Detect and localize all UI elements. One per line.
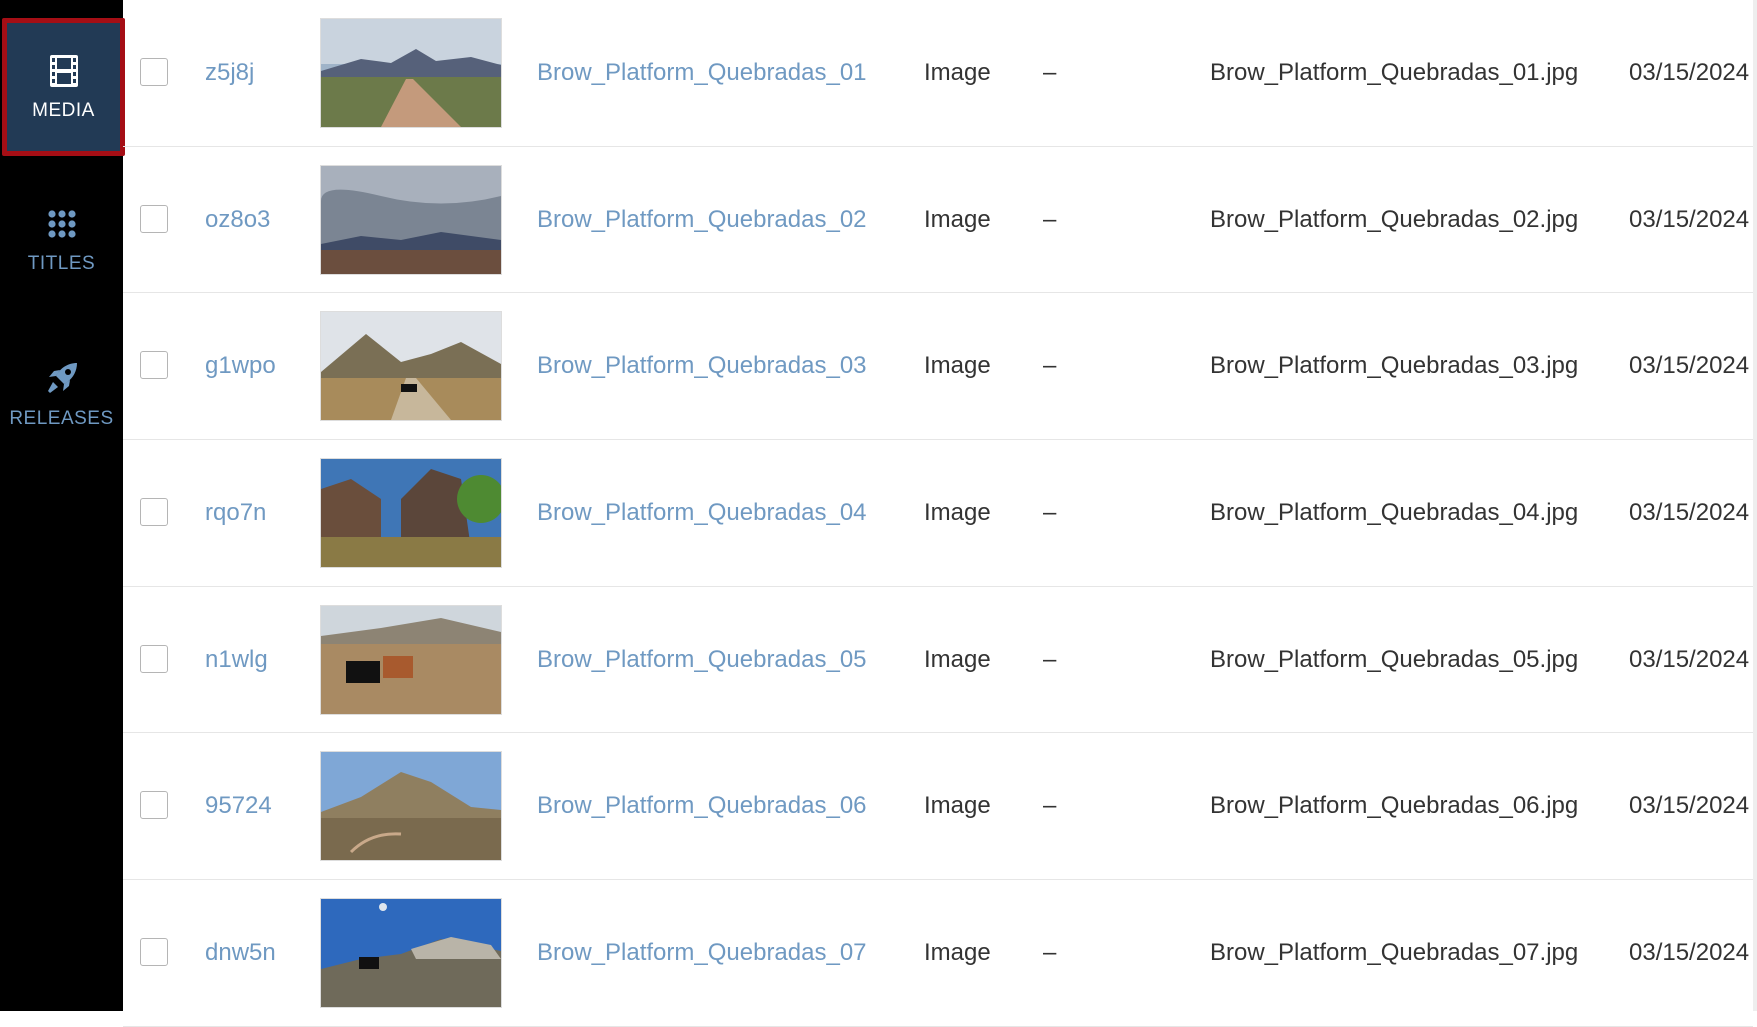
media-thumbnail[interactable]: [320, 440, 502, 586]
media-id-link[interactable]: n1wlg: [205, 587, 268, 733]
media-filename: Brow_Platform_Quebradas_04.jpg: [1210, 498, 1579, 526]
media-filename: Brow_Platform_Quebradas_02.jpg: [1210, 205, 1579, 233]
sidebar-item-label: MEDIA: [32, 100, 95, 121]
media-date: 03/15/2024: [1629, 58, 1750, 86]
media-id-link[interactable]: g1wpo: [205, 293, 276, 439]
media-thumbnail[interactable]: [320, 293, 502, 439]
row-checkbox[interactable]: [140, 204, 168, 233]
media-name-link[interactable]: Brow_Platform_Quebradas_07: [537, 880, 867, 1026]
media-name-link[interactable]: Brow_Platform_Quebradas_06: [537, 733, 867, 879]
sidebar-item-releases[interactable]: RELEASES: [0, 330, 123, 460]
row-checkbox[interactable]: [140, 497, 168, 526]
table-row[interactable]: dnw5n Brow_Platform_Quebradas_07 Image –…: [123, 880, 1753, 1027]
media-date: 03/15/2024: [1629, 792, 1750, 820]
media-table: z5j8j Brow_Platform_Quebradas_01 Image –…: [123, 0, 1753, 1027]
media-empty-value: –: [1043, 352, 1057, 380]
media-empty-value: –: [1043, 58, 1057, 86]
row-checkbox[interactable]: [140, 644, 168, 673]
media-id-link[interactable]: rqo7n: [205, 440, 266, 586]
media-empty-value: –: [1043, 792, 1057, 820]
media-name-link[interactable]: Brow_Platform_Quebradas_04: [537, 440, 867, 586]
media-type: Image: [924, 352, 991, 380]
media-id-link[interactable]: 95724: [205, 733, 272, 879]
row-checkbox[interactable]: [140, 57, 168, 86]
scrollbar-edge[interactable]: [1753, 0, 1757, 1011]
table-row[interactable]: z5j8j Brow_Platform_Quebradas_01 Image –…: [123, 0, 1753, 147]
media-type: Image: [924, 792, 991, 820]
media-empty-value: –: [1043, 205, 1057, 233]
sidebar-item-label: RELEASES: [9, 408, 114, 429]
media-name-link[interactable]: Brow_Platform_Quebradas_03: [537, 293, 867, 439]
media-date: 03/15/2024: [1629, 352, 1750, 380]
media-thumbnail[interactable]: [320, 587, 502, 733]
media-filename: Brow_Platform_Quebradas_07.jpg: [1210, 938, 1579, 966]
media-date: 03/15/2024: [1629, 498, 1750, 526]
media-thumbnail[interactable]: [320, 733, 502, 879]
media-filename: Brow_Platform_Quebradas_05.jpg: [1210, 645, 1579, 673]
media-name-link[interactable]: Brow_Platform_Quebradas_05: [537, 587, 867, 733]
media-empty-value: –: [1043, 645, 1057, 673]
media-thumbnail[interactable]: [320, 147, 502, 293]
sidebar-item-titles[interactable]: TITLES: [0, 175, 123, 305]
media-date: 03/15/2024: [1629, 205, 1750, 233]
row-checkbox[interactable]: [140, 937, 168, 966]
rocket-icon: [47, 363, 77, 393]
media-empty-value: –: [1043, 938, 1057, 966]
table-row[interactable]: g1wpo Brow_Platform_Quebradas_03 Image –…: [123, 293, 1753, 441]
row-checkbox[interactable]: [140, 351, 168, 380]
sidebar-nav: MEDIA TITLES RELEASES: [0, 0, 125, 1011]
grid-dots-icon: [47, 210, 76, 238]
media-filename: Brow_Platform_Quebradas_01.jpg: [1210, 58, 1579, 86]
table-row[interactable]: rqo7n Brow_Platform_Quebradas_04 Image –…: [123, 440, 1753, 587]
table-row[interactable]: 95724 Brow_Platform_Quebradas_06 Image –…: [123, 733, 1753, 881]
media-filename: Brow_Platform_Quebradas_06.jpg: [1210, 792, 1579, 820]
media-id-link[interactable]: oz8o3: [205, 147, 270, 293]
media-id-link[interactable]: z5j8j: [205, 0, 254, 146]
media-type: Image: [924, 205, 991, 233]
media-thumbnail[interactable]: [320, 0, 502, 146]
media-date: 03/15/2024: [1629, 938, 1750, 966]
media-id-link[interactable]: dnw5n: [205, 880, 276, 1026]
media-filename: Brow_Platform_Quebradas_03.jpg: [1210, 352, 1579, 380]
table-row[interactable]: n1wlg Brow_Platform_Quebradas_05 Image –…: [123, 587, 1753, 734]
media-type: Image: [924, 938, 991, 966]
media-type: Image: [924, 58, 991, 86]
media-empty-value: –: [1043, 498, 1057, 526]
row-checkbox[interactable]: [140, 791, 168, 820]
media-name-link[interactable]: Brow_Platform_Quebradas_01: [537, 0, 867, 146]
sidebar-item-label: TITLES: [27, 253, 96, 274]
media-thumbnail[interactable]: [320, 880, 502, 1026]
media-date: 03/15/2024: [1629, 645, 1750, 673]
table-row[interactable]: oz8o3 Brow_Platform_Quebradas_02 Image –…: [123, 147, 1753, 294]
sidebar-item-media[interactable]: MEDIA: [2, 18, 125, 156]
film-icon: [49, 55, 78, 87]
media-type: Image: [924, 498, 991, 526]
media-name-link[interactable]: Brow_Platform_Quebradas_02: [537, 147, 867, 293]
media-type: Image: [924, 645, 991, 673]
